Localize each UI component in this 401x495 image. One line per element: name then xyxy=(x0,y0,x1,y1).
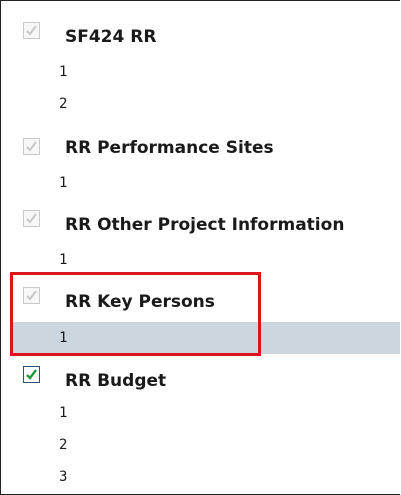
form-checkbox-rr-other-project-information[interactable] xyxy=(23,210,40,227)
form-title-rr-other-project-information[interactable]: RR Other Project Information xyxy=(65,215,344,235)
selected-row-highlight xyxy=(12,322,400,354)
form-title-rr-key-persons[interactable]: RR Key Persons xyxy=(65,292,215,312)
form-title-rr-budget[interactable]: RR Budget xyxy=(65,371,166,391)
checkmark-icon xyxy=(26,213,37,224)
form-checkbox-rr-performance-sites[interactable] xyxy=(23,138,40,155)
checkmark-icon xyxy=(26,369,37,380)
form-page-link[interactable]: 1 xyxy=(59,64,67,80)
form-page-link[interactable]: 1 xyxy=(59,175,67,191)
form-page-link[interactable]: 1 xyxy=(59,252,67,268)
checkmark-icon xyxy=(26,290,37,301)
form-list-panel: SF424 RR 1 2 RR Performance Sites 1 RR O… xyxy=(0,0,400,495)
checkmark-icon xyxy=(26,25,37,36)
form-checkbox-rr-budget[interactable] xyxy=(23,366,40,383)
form-page-link[interactable]: 2 xyxy=(59,437,67,453)
form-title-sf424-rr[interactable]: SF424 RR xyxy=(65,27,156,47)
checkmark-icon xyxy=(26,141,37,152)
form-page-link[interactable]: 1 xyxy=(59,330,67,346)
form-checkbox-rr-key-persons[interactable] xyxy=(23,287,40,304)
form-title-rr-performance-sites[interactable]: RR Performance Sites xyxy=(65,138,274,158)
form-page-link[interactable]: 2 xyxy=(59,96,67,112)
form-checkbox-sf424-rr[interactable] xyxy=(23,22,40,39)
form-page-link[interactable]: 3 xyxy=(59,469,67,485)
form-page-link[interactable]: 1 xyxy=(59,405,67,421)
